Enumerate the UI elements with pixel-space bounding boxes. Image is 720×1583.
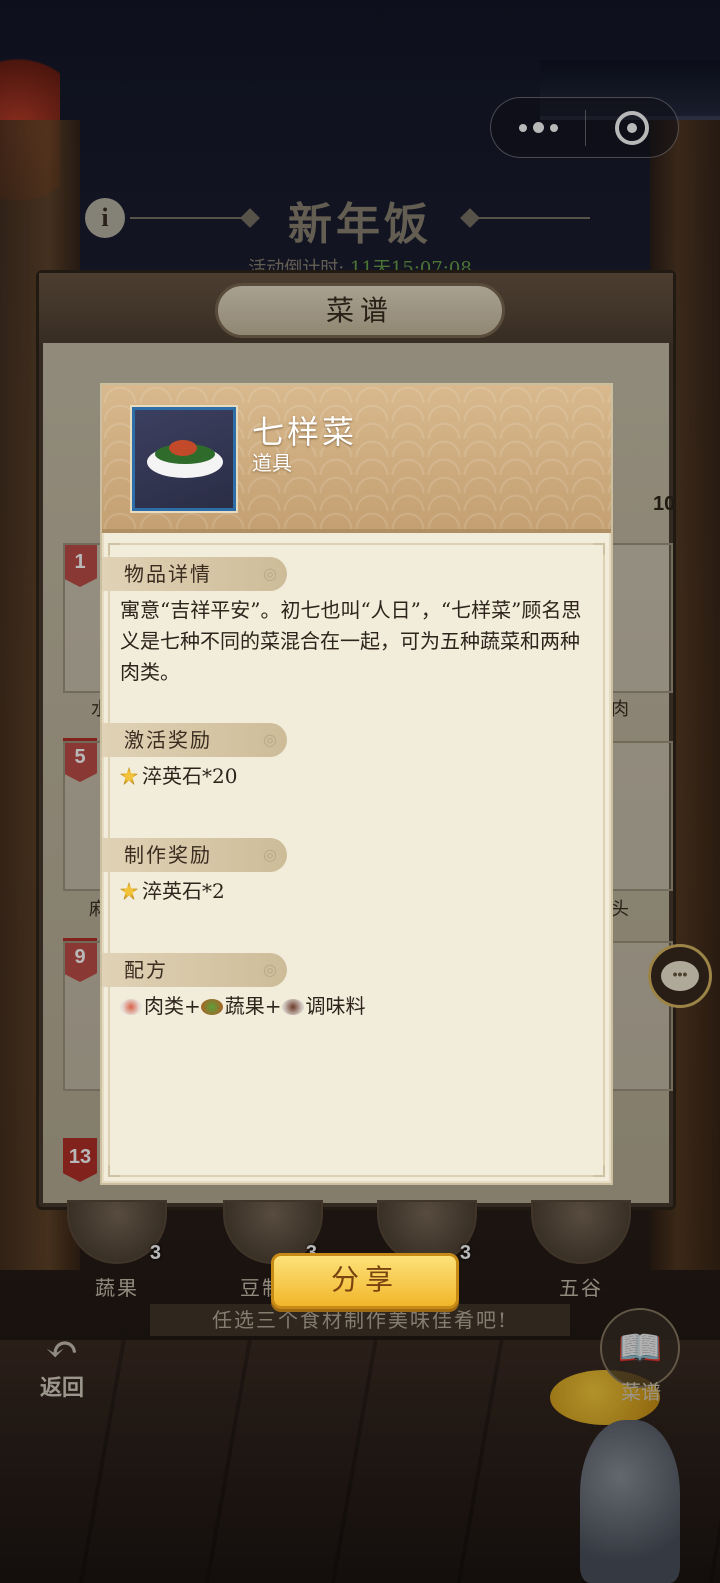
details-heading: 物品详情 bbox=[102, 557, 287, 591]
item-thumbnail bbox=[130, 405, 238, 513]
craft-reward-heading: 制作奖励 bbox=[102, 838, 287, 872]
plus-sign: + bbox=[184, 994, 201, 1018]
reward-qty: *2 bbox=[202, 879, 225, 903]
corner-deco bbox=[593, 1165, 605, 1177]
corner-deco bbox=[108, 1165, 120, 1177]
recipe-part: 蔬果 bbox=[224, 994, 265, 1018]
recipe-part: 肉类 bbox=[144, 994, 184, 1018]
activate-reward-row: 淬英石*20 bbox=[120, 761, 591, 792]
craft-reward-row: 淬英石*2 bbox=[120, 876, 591, 907]
plus-sign: + bbox=[264, 994, 282, 1018]
popup-header: 七样菜 道具 bbox=[102, 385, 611, 533]
activate-reward-heading: 激活奖励 bbox=[102, 723, 287, 757]
item-type: 道具 bbox=[252, 451, 292, 475]
share-button[interactable]: 分享 bbox=[271, 1253, 459, 1309]
recipe-formula: 肉类+ 蔬果+ 调味料 bbox=[120, 991, 591, 1022]
reward-qty: *20 bbox=[202, 764, 238, 788]
item-detail-popup: 七样菜 道具 物品详情 寓意“吉祥平安”。初七也叫“人日”，“七样菜”顾名思义是… bbox=[100, 383, 613, 1309]
vegetable-icon bbox=[200, 999, 223, 1015]
corner-deco bbox=[593, 543, 605, 555]
recipe-part: 调味料 bbox=[305, 994, 366, 1018]
cuiyingshi-icon bbox=[120, 882, 138, 900]
meat-icon bbox=[120, 999, 142, 1015]
reward-item-name: 淬英石 bbox=[142, 879, 202, 903]
reward-item-name: 淬英石 bbox=[142, 764, 202, 788]
cuiyingshi-icon bbox=[120, 767, 138, 785]
popup-body: 物品详情 寓意“吉祥平安”。初七也叫“人日”，“七样菜”顾名思义是七种不同的菜混… bbox=[102, 543, 605, 1309]
seasoning-icon bbox=[281, 999, 304, 1015]
details-text: 寓意“吉祥平安”。初七也叫“人日”，“七样菜”顾名思义是七种不同的菜混合在一起，… bbox=[120, 598, 582, 684]
dish-meat-icon bbox=[169, 440, 197, 456]
recipe-heading: 配方 bbox=[102, 953, 287, 987]
corner-deco bbox=[108, 543, 120, 555]
